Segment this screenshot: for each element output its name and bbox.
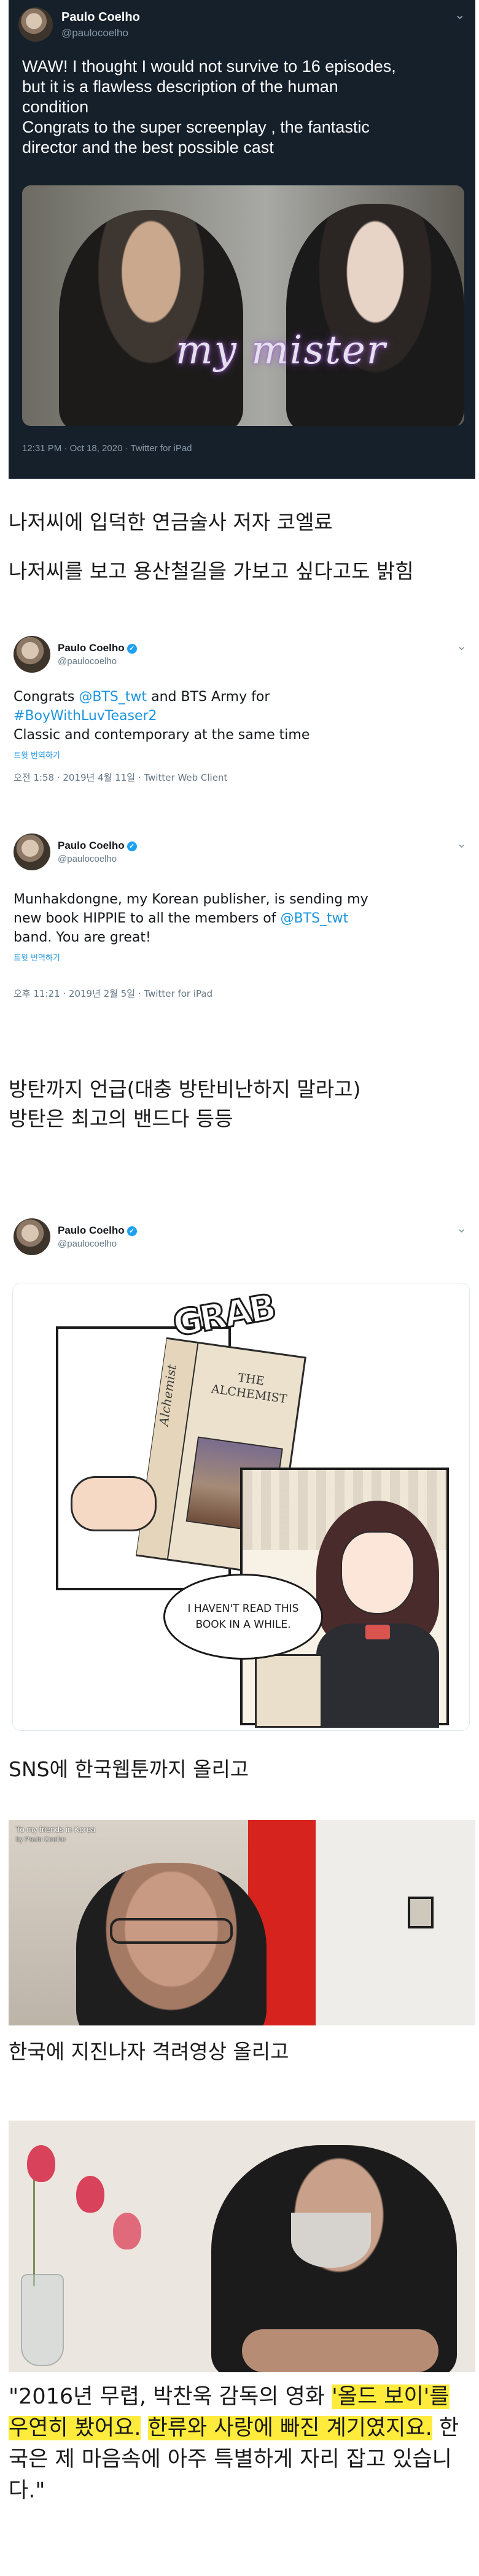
caption: 한국에 지진나자 격려영상 올리고 [9,2040,289,2064]
video-title-text: To my friends in Korea [16,1825,96,1834]
caption: 나저씨를 보고 용산철길을 가보고 싶다고도 밝힘 [9,559,414,583]
translate-tweet-link[interactable]: 트윗 번역하기 [14,951,60,963]
tweet-line: new book HIPPIE to all the members of @B… [14,909,468,928]
vase-drawing [21,2274,64,2366]
actress-figure [286,204,464,426]
author-handle[interactable]: @paulocoelho [58,854,137,864]
book-spine-text: Alchemist [156,1363,179,1427]
author-handle[interactable]: @paulocoelho [58,656,137,667]
verified-badge-icon: ✓ [127,644,137,654]
author-name-row[interactable]: Paulo Coelho ✓ [58,1224,137,1237]
drama-still-image[interactable]: my mister [22,185,464,426]
tweet-header: Paulo Coelho ✓ @paulocoelho [14,834,137,870]
mention-link[interactable]: @BTS_twt [79,689,147,705]
chevron-down-icon[interactable]: ⌄ [456,640,467,652]
hashtag-link[interactable]: #BoyWithLuvTeaser2 [14,708,157,724]
tweet-line: Congrats to the super screenplay , the f… [22,118,370,136]
person-figure [76,1863,267,2025]
tweet-line: director and the best possible cast [22,138,274,157]
verified-badge-icon: ✓ [127,841,137,851]
author-name[interactable]: Paulo Coelho [58,642,125,654]
video-title: To my friends in Korea by Paulo Coelho [16,1825,95,1844]
video-thumbnail[interactable]: To my friends in Korea by Paulo Coelho [9,1820,475,2025]
book-drawing [255,1654,322,1728]
text: Congrats [14,689,79,705]
tweet-header: Paulo Coelho ✓ @paulocoelho [14,1218,137,1255]
quote-highlight: 한류와 사랑에 빠진 계기였지요. [147,2416,432,2440]
tweet-line: condition [22,98,89,116]
mention-link[interactable]: @BTS_twt [281,911,349,926]
verified-badge-icon: ✓ [127,1226,137,1236]
actor-figure [59,210,243,426]
hand-drawing [71,1476,157,1531]
author-handle[interactable]: @paulocoelho [58,1239,137,1249]
tweet-line: but it is a flawless description of the … [22,77,338,96]
quote-text [141,2416,147,2440]
comic-panel: Alchemist THE ALCHEMIST [56,1326,306,1590]
tweet-line: Classic and contemporary at the same tim… [14,727,310,743]
tweet-meta[interactable]: 오후 11:21 · 2019년 2월 5일 · Twitter for iPa… [14,987,212,1000]
chevron-down-icon[interactable]: ⌄ [456,1222,467,1234]
tweet-line: WAW! I thought I would not survive to 16… [22,57,396,75]
author-name-row[interactable]: Paulo Coelho ✓ [58,642,137,654]
author-name[interactable]: Paulo Coelho [58,1224,125,1236]
interview-quote: "2016년 무렵, 박찬욱 감독의 영화 '올드 보이'를 우연히 봤어요. … [9,2381,475,2507]
tweet-line: Munhakdongne, my Korean publisher, is se… [14,892,368,907]
drama-title-logo: my mister [176,328,387,373]
avatar[interactable] [18,7,53,42]
tweet-header: Paulo Coelho @paulocoelho [18,7,140,42]
author-name[interactable]: Paulo Coelho [58,840,125,851]
tweet-header: Paulo Coelho ✓ @paulocoelho [14,636,137,673]
author-name[interactable]: Paulo Coelho [61,10,140,25]
page: Paulo Coelho @paulocoelho ⌄ WAW! I thoug… [0,0,479,2576]
webtoon-image[interactable]: Alchemist THE ALCHEMIST GRAB I HAVEN'T R… [12,1283,470,1731]
tweet-webtoon: Paulo Coelho ✓ @paulocoelho ⌄ [9,1218,475,1274]
chevron-down-icon[interactable]: ⌄ [454,9,465,22]
quote-text: "2016년 무렵, 박찬욱 감독의 영화 [9,2385,332,2409]
tweet-my-mister: Paulo Coelho @paulocoelho ⌄ WAW! I thoug… [9,0,475,479]
tweet-text: WAW! I thought I would not survive to 16… [22,56,464,158]
tweet-meta[interactable]: 오전 1:58 · 2019년 4월 11일 · Twitter Web Cli… [14,771,227,784]
tweet-text: Congrats @BTS_twt and BTS Army for #BoyW… [14,687,468,745]
tweet-bts-army: Paulo Coelho ✓ @paulocoelho ⌄ Congrats @B… [9,636,475,814]
tweet-line: #BoyWithLuvTeaser2 [14,706,468,725]
author-handle[interactable]: @paulocoelho [61,27,140,39]
wall-picture-frame [408,1897,434,1928]
portrait-photo[interactable] [9,2121,475,2372]
tulip-drawing [113,2213,141,2249]
caption: 방탄까지 언급(대충 방탄비난하지 말라고) [9,1077,361,1101]
caption: SNS에 한국웹툰까지 올리고 [9,1757,249,1781]
avatar[interactable] [14,834,50,870]
author-name-row[interactable]: Paulo Coelho ✓ [58,840,137,852]
tweet-hippie-book: Paulo Coelho ✓ @paulocoelho ⌄ Munhakdongn… [9,834,475,1024]
video-subtitle-text: by Paulo Coelho [16,1836,66,1843]
tulip-drawing [27,2145,55,2182]
tweet-line: Congrats @BTS_twt and BTS Army for [14,687,468,706]
caption: 방탄은 최고의 밴드다 등등 [9,1107,233,1131]
glasses-drawing [110,1918,233,1944]
book-title: THE ALCHEMIST [210,1371,288,1406]
tweet-text: Munhakdongne, my Korean publisher, is se… [14,890,468,947]
sound-effect-text: GRAB [169,1285,278,1346]
tweet-line: band. You are great! [14,930,151,945]
chevron-down-icon[interactable]: ⌄ [456,837,467,849]
avatar[interactable] [14,636,50,673]
caption: 나저씨에 입덕한 연금술사 저자 코엘료 [9,510,333,534]
text: new book HIPPIE to all the members of [14,911,281,926]
translate-tweet-link[interactable]: 트윗 번역하기 [14,749,60,760]
tweet-meta[interactable]: 12:31 PM · Oct 18, 2020 · Twitter for iP… [22,443,192,454]
text: and BTS Army for [147,689,270,705]
tulip-drawing [76,2176,104,2213]
avatar[interactable] [14,1218,50,1255]
speech-bubble: I HAVEN'T READ THIS BOOK IN A WHILE. [163,1574,323,1660]
